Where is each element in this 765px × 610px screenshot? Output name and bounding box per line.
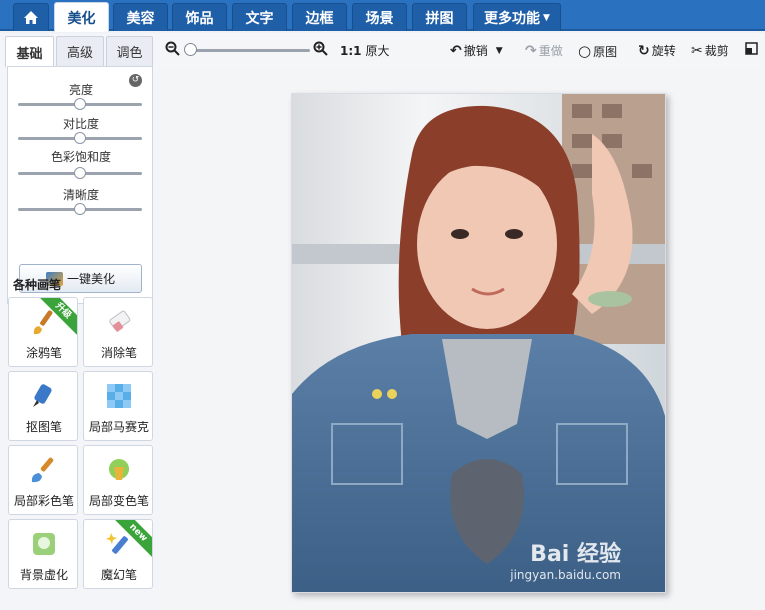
slider-thumb[interactable] — [74, 203, 86, 215]
undo-icon: ↶ — [450, 42, 462, 59]
saturation-label: 色彩饱和度 — [50, 150, 111, 164]
button-label: 一键美化 — [66, 272, 115, 286]
tab-label: 更多功能 — [484, 10, 541, 27]
tab-label: 美化 — [67, 10, 96, 27]
watermark-line2: jingyan.baidu.com — [510, 568, 621, 582]
brightness-slider[interactable] — [18, 98, 142, 110]
brush-graffiti[interactable]: 涂鸦笔 升级 — [8, 297, 78, 367]
contrast-slider[interactable] — [18, 132, 142, 144]
rotate-icon: ↻ — [638, 42, 650, 59]
edited-photo[interactable]: Bai 经验 jingyan.baidu.com — [291, 93, 666, 593]
undo-label: 撤销 — [463, 44, 488, 58]
left-panel: 基础 高级 调色 ↺ 亮度 对比度 色彩饱和度 清晰度 一键美化 各种画笔 涂鸦… — [0, 33, 160, 610]
brush-cutout[interactable]: 抠图笔 — [8, 371, 78, 441]
brush-label: 抠图笔 — [25, 420, 62, 434]
tab-home[interactable] — [13, 3, 49, 31]
subtab-color[interactable]: 调色 — [106, 36, 153, 66]
contrast-label: 对比度 — [62, 117, 99, 131]
tab-beauty[interactable]: 美容 — [113, 3, 168, 31]
redo-icon: ↷ — [525, 42, 537, 59]
saturation-slider[interactable] — [18, 167, 142, 179]
subtab-label: 高级 — [66, 46, 93, 61]
actual-size-ratio: 1:1 — [340, 43, 362, 58]
undo-button[interactable]: ↶ 撤销 ▼ — [450, 42, 503, 59]
tab-border[interactable]: 边框 — [292, 3, 347, 31]
tab-beautify[interactable]: 美化 — [54, 2, 109, 32]
background-blur-icon — [33, 533, 55, 555]
subtab-label: 基础 — [16, 46, 43, 62]
redo-button[interactable]: ↷ 重做 — [525, 42, 563, 59]
actual-size-label: 原大 — [365, 44, 390, 58]
zoom-in-icon — [313, 41, 328, 56]
rotate-label: 旋转 — [651, 44, 676, 58]
slider-thumb[interactable] — [74, 98, 86, 110]
tab-label: 文字 — [245, 10, 274, 27]
tab-text[interactable]: 文字 — [232, 3, 287, 31]
portrait-photo-image — [292, 94, 665, 592]
sub-tabs: 基础 高级 调色 — [5, 36, 153, 67]
brush-label: 涂鸦笔 — [25, 346, 62, 360]
image-canvas[interactable]: Bai 经验 jingyan.baidu.com — [160, 67, 765, 610]
zoom-slider-thumb[interactable] — [184, 43, 197, 56]
original-icon: ○ — [578, 42, 592, 60]
tab-label: 拼图 — [425, 10, 454, 27]
tab-accessories[interactable]: 饰品 — [172, 3, 227, 31]
home-icon — [24, 11, 38, 24]
brush-local-recolor[interactable]: 局部变色笔 — [83, 445, 153, 515]
caret-down-icon: ▼ — [543, 12, 550, 23]
cutout-pen-icon — [33, 384, 52, 407]
brush-background-blur[interactable]: 背景虚化 — [8, 519, 78, 589]
brightness-label: 亮度 — [68, 83, 93, 97]
tab-scene[interactable]: 场景 — [352, 3, 407, 31]
slider-thumb[interactable] — [74, 167, 86, 179]
resize-icon — [745, 42, 758, 55]
brush-eraser[interactable]: 消除笔 — [83, 297, 153, 367]
tab-label: 美容 — [126, 10, 155, 27]
rotate-button[interactable]: ↻ 旋转 — [638, 42, 676, 59]
watermark-line1: Bai 经验 — [530, 542, 621, 567]
tab-label: 边框 — [305, 10, 334, 27]
brush-label: 局部变色笔 — [88, 494, 149, 508]
eraser-icon — [109, 310, 131, 332]
zoom-in-button[interactable] — [313, 41, 328, 56]
sharpness-label: 清晰度 — [62, 188, 99, 202]
scissors-icon: ✂ — [691, 42, 703, 59]
color-change-pen-icon — [109, 459, 129, 480]
brush-label: 局部彩色笔 — [13, 494, 74, 508]
crop-label: 裁剪 — [704, 44, 729, 58]
tab-collage[interactable]: 拼图 — [412, 3, 467, 31]
subtab-advanced[interactable]: 高级 — [56, 36, 104, 66]
tab-more-features[interactable]: 更多功能 ▼ — [473, 3, 561, 31]
original-label: 原图 — [593, 44, 618, 59]
zoom-slider[interactable] — [192, 49, 310, 52]
brush-mosaic[interactable]: 局部马赛克 — [83, 371, 153, 441]
sharpness-slider[interactable] — [18, 203, 142, 215]
subtab-label: 调色 — [116, 46, 143, 61]
mosaic-icon — [107, 384, 131, 408]
top-nav-bar: 美化 美容 饰品 文字 边框 场景 拼图 更多功能 ▼ — [0, 0, 765, 32]
actual-size-button[interactable]: 1:1 原大 — [340, 42, 390, 59]
brush-label: 局部马赛克 — [88, 420, 149, 434]
redo-label: 重做 — [538, 44, 563, 58]
brush-label: 魔幻笔 — [100, 568, 137, 582]
brushes-title: 各种画笔 — [13, 278, 62, 292]
color-brush-icon — [31, 457, 54, 483]
brush-magic[interactable]: 魔幻笔 new — [83, 519, 153, 589]
tab-label: 饰品 — [185, 10, 214, 27]
undo-dropdown-icon[interactable]: ▼ — [496, 46, 503, 56]
baidu-jingyan-watermark: Bai 经验 jingyan.baidu.com — [510, 536, 621, 582]
basic-adjust-panel: ↺ 亮度 对比度 色彩饱和度 清晰度 一键美化 — [7, 66, 153, 304]
crop-button[interactable]: ✂ 裁剪 — [691, 42, 729, 59]
subtab-basic[interactable]: 基础 — [5, 36, 54, 67]
resize-button[interactable] — [745, 42, 758, 55]
zoom-out-icon — [165, 41, 180, 56]
image-toolbar: 1:1 原大 ↶ 撤销 ▼ ↷ 重做 ○ 原图 ↻ 旋转 ✂ 裁剪 — [160, 33, 765, 67]
brush-label: 消除笔 — [100, 346, 137, 360]
brush-label: 背景虚化 — [19, 568, 68, 582]
original-image-button[interactable]: ○ 原图 — [578, 42, 617, 60]
zoom-out-button[interactable] — [165, 41, 180, 56]
tab-label: 场景 — [365, 10, 394, 27]
slider-thumb[interactable] — [74, 132, 86, 144]
brush-local-color[interactable]: 局部彩色笔 — [8, 445, 78, 515]
